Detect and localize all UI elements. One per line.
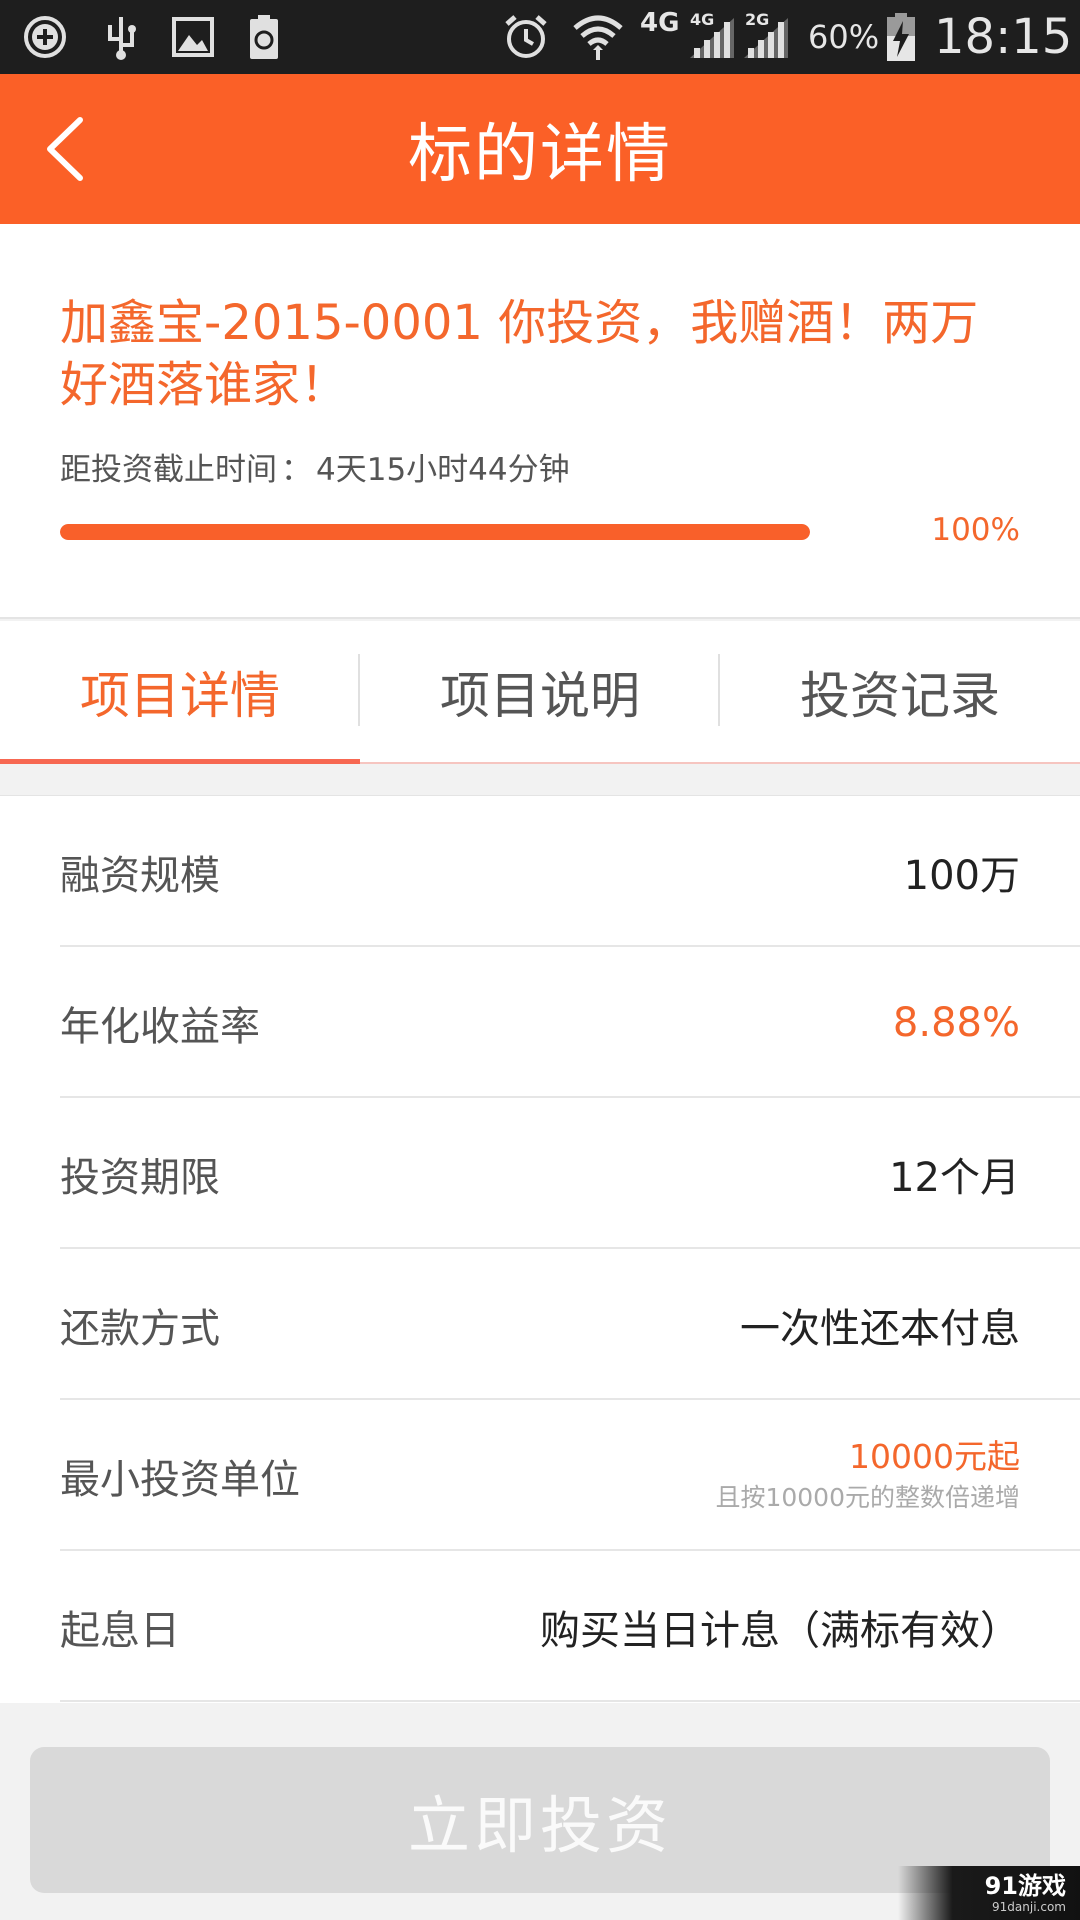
deadline-separator: ： (281, 452, 312, 488)
detail-row-interest-start: 起息日 购买当日计息（满标有效） (0, 1551, 1080, 1702)
deadline-value: 4天15小时44分钟 (316, 452, 570, 488)
network-4g-text: 4G (640, 8, 680, 38)
tab-project-description[interactable]: 项目说明 (360, 621, 720, 762)
usb-icon (100, 12, 142, 62)
deadline-label: 距投资截止时间 (60, 452, 277, 488)
tab-project-details[interactable]: 项目详情 (0, 621, 360, 764)
detail-row-repayment: 还款方式 一次性还本付息 (0, 1249, 1080, 1400)
detail-label: 年化收益率 (60, 1003, 260, 1050)
tab-divider (718, 654, 720, 726)
detail-value-stack: 10000元起 且按10000元的整数倍递增 (715, 1400, 1020, 1551)
detail-label: 融资规模 (60, 852, 220, 899)
project-title: 加鑫宝-2015-0001 你投资，我赠酒！两万好酒落谁家！ (60, 295, 979, 413)
detail-value: 8.88% (892, 999, 1020, 1046)
invest-now-button[interactable]: 立即投资 (30, 1747, 1050, 1893)
battery-text: 60% (808, 18, 880, 56)
detail-label: 还款方式 (60, 1305, 220, 1352)
detail-value: 10000元起 (849, 1436, 1020, 1476)
detail-list: 融资规模 100万 年化收益率 8.88% 投资期限 12个月 还款方式 一次性… (0, 795, 1080, 1703)
detail-label: 起息日 (60, 1607, 180, 1654)
watermark-logo: 91游戏 (984, 1872, 1066, 1900)
tab-investment-records[interactable]: 投资记录 (720, 621, 1080, 762)
plus-circle-icon (20, 12, 70, 62)
detail-value: 100万 (903, 852, 1020, 899)
status-bar: 4G 4G 2G 60% 18:15 (0, 0, 1080, 74)
tab-bar: 项目详情 项目说明 投资记录 (0, 621, 1080, 764)
app-bar: 标的详情 (0, 74, 1080, 224)
wifi-icon (570, 12, 626, 62)
tab-divider (358, 654, 360, 726)
image-icon (170, 12, 216, 62)
progress-bar (60, 524, 810, 540)
detail-value: 购买当日计息（满标有效） (540, 1607, 1020, 1654)
detail-value: 一次性还本付息 (740, 1305, 1020, 1352)
detail-note: 且按10000元的整数倍递增 (715, 1482, 1020, 1512)
page-title: 标的详情 (408, 118, 672, 192)
detail-row-financing-scale: 融资规模 100万 (0, 796, 1080, 947)
progress-fill (60, 524, 810, 540)
deadline-text: 距投资截止时间： 4天15小时44分钟 (60, 444, 570, 489)
signal-4g-icon (688, 12, 736, 62)
row-divider (60, 1700, 1080, 1702)
watermark-url: 91danji.com (992, 1900, 1066, 1914)
clock-text: 18:15 (934, 9, 1073, 65)
battery-recycle-icon (244, 12, 284, 62)
detail-value: 12个月 (889, 1154, 1020, 1201)
detail-label: 投资期限 (60, 1154, 220, 1201)
project-summary: 加鑫宝-2015-0001 你投资，我赠酒！两万好酒落谁家！ 距投资截止时间： 4… (0, 224, 1080, 619)
alarm-icon (500, 12, 552, 62)
signal-2g-icon (742, 12, 790, 62)
detail-label: 最小投资单位 (60, 1456, 300, 1503)
detail-row-min-investment: 最小投资单位 10000元起 且按10000元的整数倍递增 (0, 1400, 1080, 1551)
progress-percent: 100% (931, 512, 1020, 548)
detail-row-term: 投资期限 12个月 (0, 1098, 1080, 1249)
site-watermark: 91游戏 91danji.com (898, 1866, 1080, 1920)
detail-row-annual-yield: 年化收益率 8.88% (0, 947, 1080, 1098)
battery-charging-icon (884, 12, 918, 62)
